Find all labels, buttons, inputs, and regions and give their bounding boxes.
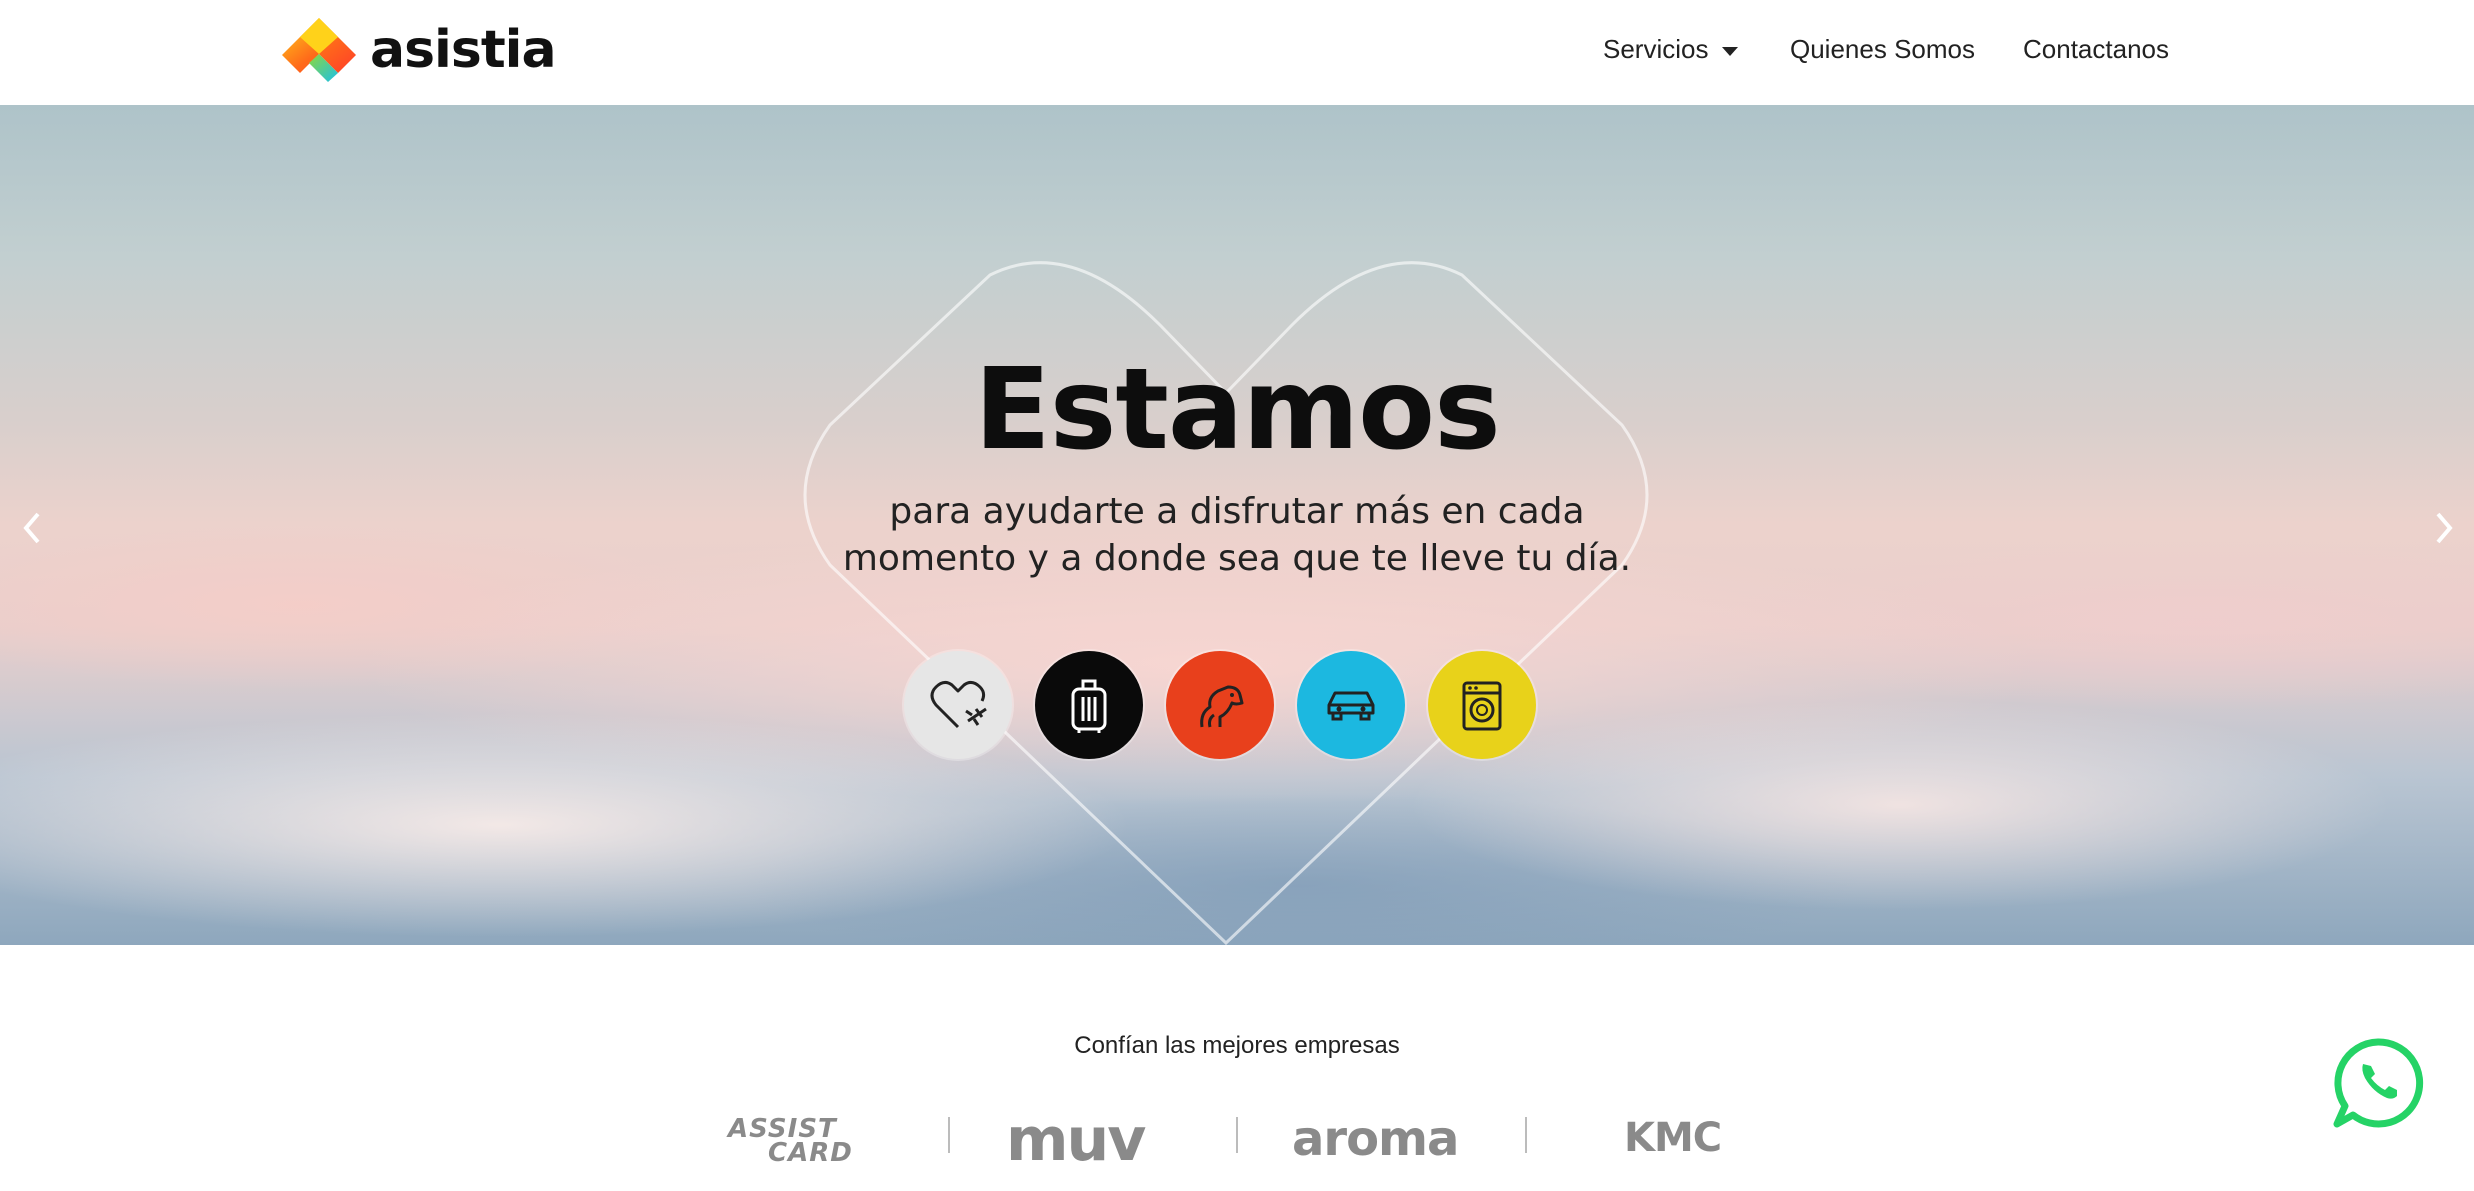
- logo-divider: [1236, 1117, 1238, 1153]
- service-pets[interactable]: [1166, 651, 1274, 759]
- logo-divider: [1525, 1117, 1527, 1153]
- asistia-logo-icon: [282, 18, 356, 82]
- brand-name: asistia: [370, 20, 557, 80]
- partners-title: Confían las mejores empresas: [1074, 1032, 1400, 1059]
- chevron-left-icon: [23, 512, 40, 544]
- chevron-right-icon: [2436, 512, 2453, 544]
- site-header: asistia Servicios Quienes Somos Contacta…: [0, 0, 2474, 105]
- whatsapp-icon: [2333, 1038, 2424, 1128]
- nav-services-label: Servicios: [1603, 34, 1709, 64]
- caret-down-icon: [1722, 46, 1739, 56]
- assist-card-line2: CARD: [768, 1138, 853, 1168]
- hero-subtitle-line2: momento y a donde sea que te lleve tu dí…: [842, 538, 1632, 579]
- service-health[interactable]: [904, 651, 1012, 759]
- brand-logo[interactable]: asistia: [276, 14, 557, 86]
- whatsapp-button[interactable]: [2331, 1036, 2425, 1130]
- nav-services[interactable]: Servicios: [1603, 34, 1739, 65]
- nav-about[interactable]: Quienes Somos: [1790, 34, 1975, 65]
- luggage-icon: [1071, 679, 1107, 733]
- service-travel[interactable]: [1035, 651, 1143, 759]
- service-home[interactable]: [1428, 651, 1536, 759]
- hero-title: Estamos: [974, 345, 1501, 475]
- carousel-prev-button[interactable]: [12, 503, 52, 553]
- carousel-next-button[interactable]: [2424, 503, 2464, 553]
- heart-plane-icon: [930, 680, 987, 729]
- kmc-logo: KMC: [1624, 1115, 1722, 1161]
- logo-divider: [948, 1117, 950, 1153]
- hero-carousel: Estamos para ayudarte a disfrutar más en…: [0, 105, 2474, 945]
- assist-card-logo: ASSIST CARD: [728, 1116, 853, 1168]
- partner-logos: ASSIST CARD muv aroma KMC: [0, 1105, 2474, 1191]
- hero-subtitle: para ayudarte a disfrutar más en cada mo…: [0, 488, 2474, 582]
- nav-contact[interactable]: Contactanos: [2023, 34, 2169, 65]
- muv-logo: muv: [1006, 1105, 1146, 1175]
- car-icon: [1327, 691, 1375, 721]
- washing-machine-icon: [1462, 681, 1502, 731]
- service-car[interactable]: [1297, 651, 1405, 759]
- aroma-logo: aroma: [1292, 1111, 1459, 1167]
- pets-icon: [1200, 685, 1244, 728]
- hero-subtitle-line1: para ayudarte a disfrutar más en cada: [889, 491, 1585, 532]
